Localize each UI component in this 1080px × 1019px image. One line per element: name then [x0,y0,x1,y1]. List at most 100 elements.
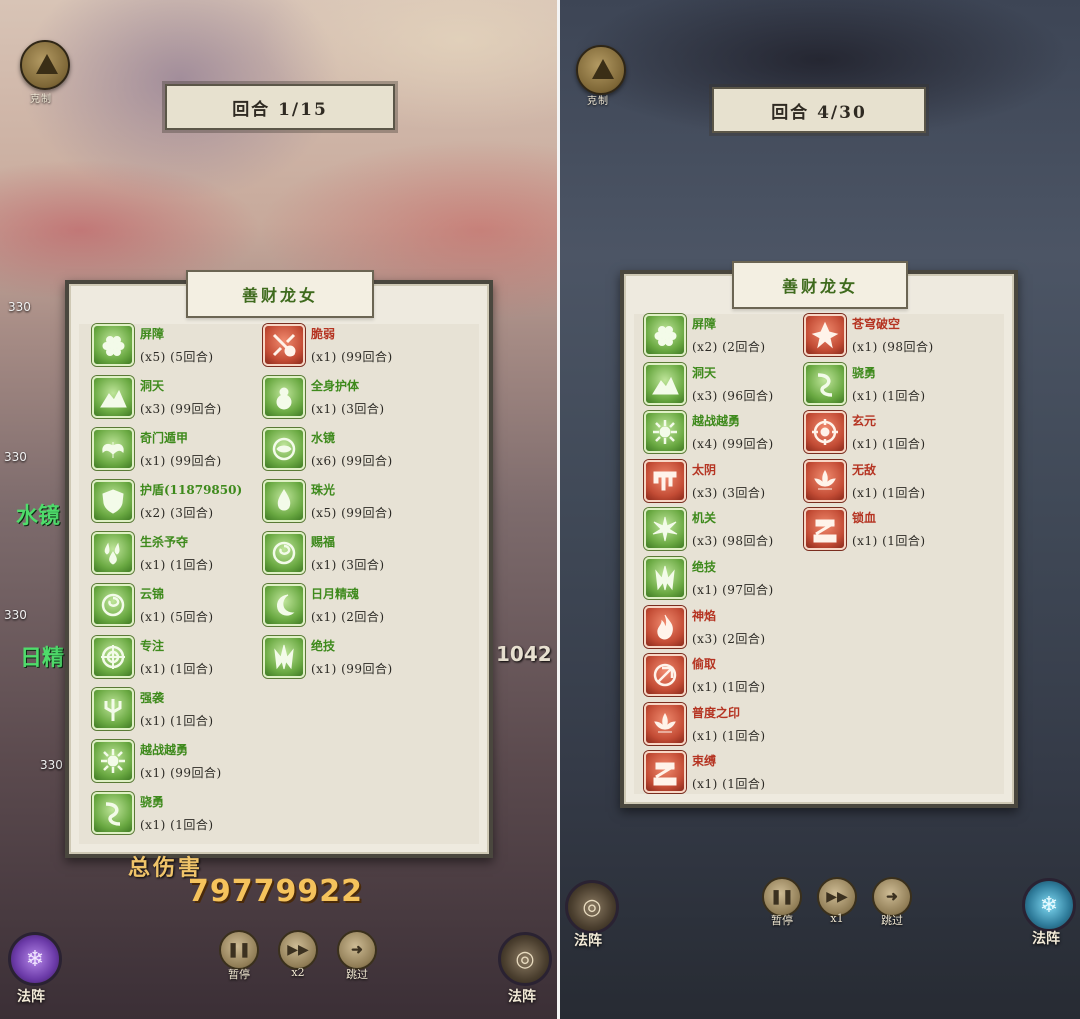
buff-stack-duration: (x1) (1回合) [852,388,926,403]
total-damage-value: 79779922 [188,874,363,909]
enemy-formation-button[interactable]: ◎ [498,932,552,986]
flame-icon [644,605,686,648]
buff-row[interactable]: 脆弱 (x1) (99回合) [263,324,483,368]
buff-row[interactable]: 束缚 (x1) (1回合) [644,751,864,795]
circle-seal-icon: ◎ [515,946,535,972]
speed-button[interactable]: ▶▶ [278,930,318,970]
pause-button[interactable]: ❚❚ [762,877,802,917]
buff-name: 无敌 [852,462,877,477]
mountain-icon [644,362,686,405]
buff-name: 越战越勇 [692,414,741,429]
enemy-formation-button[interactable]: ❄ [1022,878,1076,932]
formation-button[interactable]: ◎ [565,880,619,934]
floating-damage-number: 1042 [496,642,552,666]
floating-buff-text: 水镜 [16,503,61,529]
buff-name: 绝技 [692,560,717,574]
buff-row[interactable]: 水镜 (x6) (99回合) [263,428,483,472]
buff-name: 锁血 [852,511,877,526]
buff-stack-duration: (x2) (2回合) [692,340,766,354]
burst-icon [644,508,686,551]
round-counter: 回合 4/30 [712,87,926,133]
curve-icon [804,362,846,405]
crosshair-icon [804,411,846,454]
pause-icon: ❚❚ [770,889,794,905]
buff-name: 玄元 [852,414,877,429]
speed-label: x1 [830,912,844,925]
buff-row[interactable]: 绝技 (x1) (97回合) [644,557,864,601]
shield-icon [92,480,134,522]
sunburst-icon [92,740,134,782]
snowflake-icon: ❄ [25,946,45,972]
buff-stack-duration: (x1) (1回合) [692,777,766,792]
formation-button[interactable]: ❄ [8,932,62,986]
buff-name: 护盾(11879850) [140,483,243,497]
skip-label: 跳过 [881,914,903,927]
unit-level: 330 [40,758,63,772]
buff-row[interactable]: 骁勇 (x1) (1回合) [92,792,312,836]
gourd-icon [263,376,305,418]
buff-stack-duration: (x3) (99回合) [140,402,222,416]
skip-button[interactable]: ➜ [872,877,912,917]
buff-name: 赐福 [311,535,336,549]
pause-button[interactable]: ❚❚ [219,930,259,970]
buff-row[interactable]: 偷取 (x1) (1回合) [644,654,864,698]
buff-stack-duration: (x1) (1回合) [852,534,926,549]
formation-label: 法阵 [17,989,45,1005]
enemy-formation-label: 法阵 [1032,931,1060,947]
buff-name: 偷取 [692,657,717,672]
moon-icon [263,584,305,626]
buff-row[interactable]: 玄元 (x1) (1回合) [804,411,1024,455]
buff-row[interactable]: 绝技 (x1) (99回合) [263,636,483,680]
buff-name: 日月精魂 [311,587,360,601]
counter-emblem-icon[interactable] [576,45,626,95]
buff-row[interactable]: 日月精魂 (x1) (2回合) [263,584,483,628]
round-counter: 回合 1/15 [165,84,395,130]
buff-stack-duration: (x1) (2回合) [311,610,385,624]
buff-stack-duration: (x3) (3回合) [692,485,766,500]
buff-name: 专注 [140,639,165,653]
buff-row[interactable]: 无敌 (x1) (1回合) [804,459,1024,504]
unit-level: 330 [8,300,31,314]
buff-name: 机关 [692,511,717,526]
counter-emblem-label: 克制 [587,96,609,107]
floating-buff-text: 日精 [20,645,65,671]
buff-name: 奇门遁甲 [140,431,189,445]
grab-icon [644,654,686,697]
buff-stack-duration: (x6) (99回合) [311,454,393,468]
target-icon [92,636,134,678]
speed-button[interactable]: ▶▶ [817,877,857,917]
buff-row[interactable]: 越战越勇 (x1) (99回合) [92,740,312,784]
buff-row[interactable]: 锁血 (x1) (1回合) [804,508,1024,552]
buff-name: 神焰 [692,608,717,623]
mountain-icon [92,376,134,418]
buff-stack-duration: (x5) (99回合) [311,506,393,520]
buff-stack-duration: (x1) (99回合) [140,766,222,780]
buff-row[interactable]: 神焰 (x3) (2回合) [644,605,864,650]
counter-emblem-icon[interactable] [20,40,70,90]
buff-stack-duration: (x3) (2回合) [692,631,766,646]
buff-row[interactable]: 骁勇 (x1) (1回合) [804,362,1024,407]
drop-icon [263,480,305,522]
buff-stack-duration: (x3) (96回合) [692,388,774,403]
skip-button[interactable]: ➜ [337,930,377,970]
bind-icon [644,751,686,794]
buff-stack-duration: (x1) (1回合) [140,662,214,676]
formation-label: 法阵 [574,933,602,949]
trident-icon [92,688,134,730]
buff-row[interactable]: 普度之印 (x1) (1回合) [644,702,864,747]
buff-row[interactable]: 全身护体 (x1) (3回合) [263,376,483,420]
buff-stack-duration: (x1) (99回合) [311,350,393,364]
buff-row[interactable]: 苍穹破空 (x1) (98回合) [804,314,1024,358]
buff-name: 云锦 [140,587,165,601]
buff-row[interactable]: 强袭 (x1) (1回合) [92,688,312,732]
buff-list-body: 屏障 (x2) (2回合) 洞天 (x3) (96回合) 越战越勇 (x4) (99回合)… [634,314,1004,794]
blades-icon [263,636,305,678]
lotus-icon [644,702,686,745]
counter-emblem-label: 克制 [30,94,52,105]
buff-stack-duration: (x1) (1回合) [140,558,214,572]
buff-row[interactable]: 赐福 (x1) (3回合) [263,532,483,576]
swirl-icon [92,584,134,626]
buff-row[interactable]: 珠光 (x5) (99回合) [263,480,483,524]
buff-name: 绝技 [311,639,336,653]
skip-arrow-icon: ➜ [351,942,363,958]
